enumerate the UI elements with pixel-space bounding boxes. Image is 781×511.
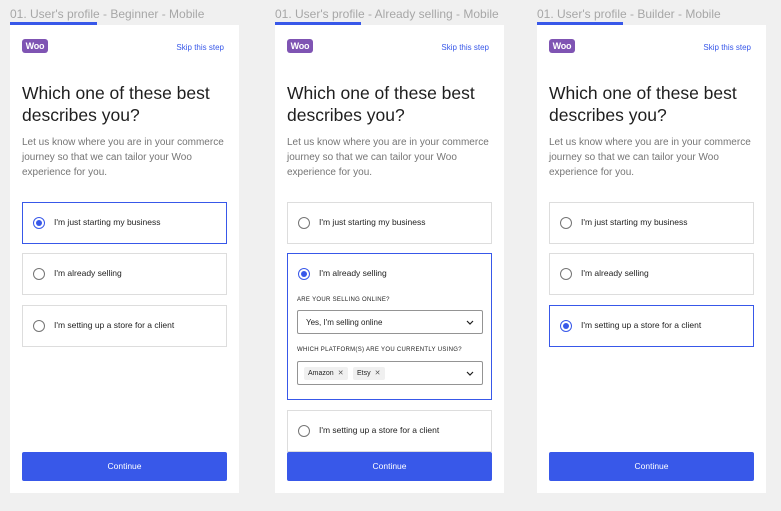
platforms-select[interactable]: Amazon ✕ Etsy ✕ [297,361,483,385]
skip-step-link[interactable]: Skip this step [176,43,224,52]
option-starting-business[interactable]: I'm just starting my business [287,202,492,244]
profile-card-builder: Woo Skip this step Which one of these be… [537,25,766,493]
radio-button[interactable] [33,217,45,229]
page-description: Let us know where you are in your commer… [22,137,224,178]
option-already-selling[interactable]: I'm already selling [549,253,754,295]
radio-button[interactable] [560,320,572,332]
frame-title: 01. User's profile - Beginner - Mobile [10,7,205,21]
chip-label: Etsy [357,370,371,377]
page-title: Which one of these best describes you? [549,83,737,125]
option-starting-business[interactable]: I'm just starting my business [549,202,754,244]
chevron-down-icon [466,320,474,325]
page-title: Which one of these best describes you? [22,83,210,125]
woo-logo: Woo [22,39,48,53]
option-label: I'm setting up a store for a client [581,320,702,330]
option-label: I'm just starting my business [319,217,426,227]
continue-button[interactable]: Continue [287,452,492,481]
frame-title: 01. User's profile - Builder - Mobile [537,7,721,21]
page-description: Let us know where you are in your commer… [287,137,489,178]
close-icon[interactable]: ✕ [375,370,381,377]
woo-logo: Woo [549,39,575,53]
chevron-down-icon [466,371,474,376]
option-label: I'm already selling [581,268,649,278]
woo-logo: Woo [287,39,313,53]
close-icon[interactable]: ✕ [338,370,344,377]
option-store-for-client[interactable]: I'm setting up a store for a client [287,410,492,452]
option-label: I'm just starting my business [581,217,688,227]
platforms-label: WHICH PLATFORM(S) ARE YOU CURRENTLY USIN… [297,347,462,353]
radio-button[interactable] [560,268,572,280]
page-title: Which one of these best describes you? [287,83,475,125]
option-label: I'm just starting my business [54,217,161,227]
selling-online-select[interactable]: Yes, I'm selling online [297,310,483,334]
radio-button[interactable] [33,268,45,280]
platform-chip: Etsy ✕ [353,367,385,380]
option-already-selling[interactable]: I'm already selling [22,253,227,295]
radio-button[interactable] [298,217,310,229]
continue-button[interactable]: Continue [22,452,227,481]
option-label: I'm already selling [319,268,387,278]
option-store-for-client[interactable]: I'm setting up a store for a client [549,305,754,347]
selling-online-label: ARE YOUR SELLING ONLINE? [297,297,390,303]
option-store-for-client[interactable]: I'm setting up a store for a client [22,305,227,347]
frame-title: 01. User's profile - Already selling - M… [275,7,499,21]
continue-button[interactable]: Continue [549,452,754,481]
radio-button[interactable] [560,217,572,229]
radio-button[interactable] [298,425,310,437]
page-description: Let us know where you are in your commer… [549,137,751,178]
radio-button[interactable] [298,268,310,280]
option-label: I'm setting up a store for a client [54,320,175,330]
radio-button[interactable] [33,320,45,332]
option-label: I'm already selling [54,268,122,278]
selling-online-value: Yes, I'm selling online [306,318,383,327]
skip-step-link[interactable]: Skip this step [441,43,489,52]
option-starting-business[interactable]: I'm just starting my business [22,202,227,244]
option-already-selling[interactable]: I'm already selling ARE YOUR SELLING ONL… [287,253,492,400]
option-label: I'm setting up a store for a client [319,425,440,435]
chip-label: Amazon [308,370,334,377]
skip-step-link[interactable]: Skip this step [703,43,751,52]
profile-card-beginner: Woo Skip this step Which one of these be… [10,25,239,493]
platform-chip: Amazon ✕ [304,367,348,380]
profile-card-already-selling: Woo Skip this step Which one of these be… [275,25,504,493]
